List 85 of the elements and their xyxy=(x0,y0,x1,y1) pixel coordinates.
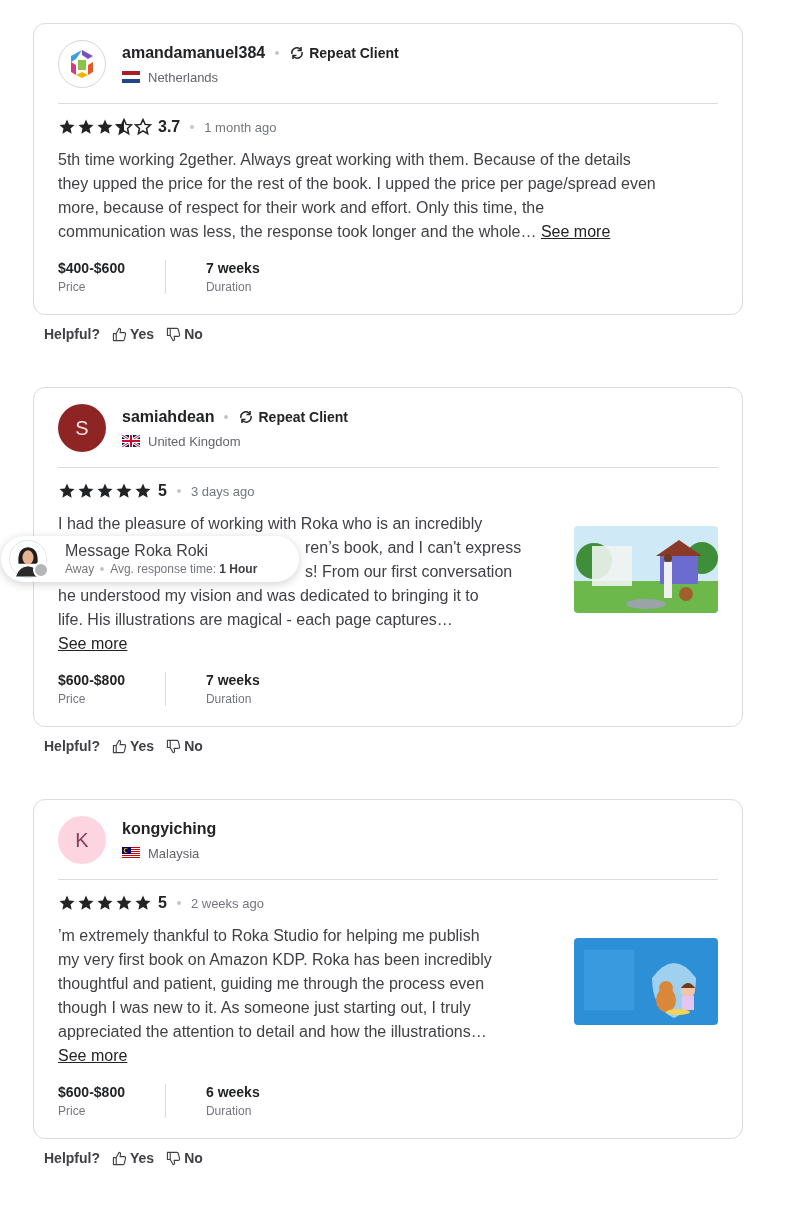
thumbs-down-icon xyxy=(166,738,182,754)
star-icon xyxy=(58,118,76,136)
country-label: Netherlands xyxy=(148,69,219,85)
thumbs-up-icon xyxy=(112,1150,127,1166)
yes-button[interactable]: Yes xyxy=(112,738,155,754)
review-text: appreciated the attention to detail and how the illustrations… xyxy=(58,1023,487,1040)
reviewer-name: samiahdean xyxy=(122,407,215,426)
helpful-label: Helpful? xyxy=(44,326,100,342)
star-icon xyxy=(96,894,114,912)
duration-label: Duration xyxy=(205,1104,253,1118)
review-text: ’m extremely thankful to Roka Studio for helping me publish xyxy=(58,927,480,944)
review-date: 3 days ago xyxy=(190,483,255,499)
star-icon xyxy=(134,894,152,912)
review-text: more, because of respect for their work and effort. Only this time, the xyxy=(58,199,545,216)
avatar: S xyxy=(58,404,106,452)
thumbs-up-icon xyxy=(112,738,127,754)
review-text: 5th time working 2gether. Always great working with them. Because of the details xyxy=(58,151,631,168)
price-label: Price xyxy=(58,1104,87,1118)
review-date: 2 weeks ago xyxy=(190,895,264,911)
repeat-icon xyxy=(289,44,306,61)
duration-value: 6 weeks xyxy=(205,1084,260,1100)
review-text: I had the pleasure of working with Roka who is an incredibly xyxy=(58,515,483,532)
no-button[interactable]: No xyxy=(166,326,203,342)
see-more-link[interactable]: See more xyxy=(58,635,128,652)
see-more-link[interactable]: See more xyxy=(540,223,611,240)
country-label: Malaysia xyxy=(148,845,200,861)
helpful-label: Helpful? xyxy=(44,1150,100,1166)
star-icon xyxy=(134,118,152,136)
star-icon xyxy=(77,118,95,136)
star-icon xyxy=(115,118,133,136)
star-icon xyxy=(58,482,76,500)
price-value: $600-$800 xyxy=(58,672,125,688)
review-text: thoughtful and patient, guiding me through the process even xyxy=(58,975,485,992)
thumbs-down-icon xyxy=(166,326,182,342)
repeat-client-label: Repeat Client xyxy=(309,44,399,61)
star-icon xyxy=(96,482,114,500)
review-text: though I was new to it. As someone just starting out, I truly xyxy=(58,999,471,1016)
reviewer-name: amandamanuel384 xyxy=(122,43,266,62)
no-button[interactable]: No xyxy=(166,738,203,754)
duration-label: Duration xyxy=(205,692,253,706)
review-text: he understood my vision and was dedicated to bringing it to xyxy=(58,587,479,604)
star-icon xyxy=(77,482,95,500)
thumbs-down-icon xyxy=(166,1150,182,1166)
price-value: $600-$800 xyxy=(58,1084,125,1100)
review-text: life. His illustrations are magical - each page captures… xyxy=(58,611,453,628)
review-text: they upped the price for the rest of the book. I upped the price per page/spread even xyxy=(58,175,656,192)
yes-button[interactable]: Yes xyxy=(112,1150,155,1166)
flag-icon xyxy=(122,847,140,859)
helpful-label: Helpful? xyxy=(44,738,100,754)
review-text: communication was less, the response took longer and the whole… xyxy=(58,223,537,240)
star-icon xyxy=(96,118,114,136)
rating-value: 5 xyxy=(158,482,167,500)
rating-value: 3.7 xyxy=(158,118,181,136)
popup-title: Message Roka Roki xyxy=(65,542,210,560)
status-label: Away xyxy=(65,562,95,576)
avatar: K xyxy=(58,816,106,864)
avatar xyxy=(58,40,106,88)
price-label: Price xyxy=(58,692,87,706)
message-popup[interactable]: Message Roka Roki Away Avg. response time: 1 Hour xyxy=(1,536,299,582)
price-value: $400-$600 xyxy=(58,260,125,276)
flag-icon xyxy=(122,435,140,447)
country-label: United Kingdom xyxy=(148,433,241,449)
review-text: s! From our first conversation xyxy=(305,563,513,580)
no-button[interactable]: No xyxy=(166,1150,203,1166)
yes-button[interactable]: Yes xyxy=(112,326,155,342)
star-icon xyxy=(115,894,133,912)
repeat-icon xyxy=(238,408,255,425)
response-time: Avg. response time: 1 Hour xyxy=(110,562,258,576)
review-text: my very first book on Amazon KDP. Roka has been incredibly xyxy=(58,951,492,968)
price-label: Price xyxy=(58,280,87,294)
star-icon xyxy=(77,894,95,912)
star-icon xyxy=(58,894,76,912)
see-more-link[interactable]: See more xyxy=(58,1047,128,1064)
duration-label: Duration xyxy=(205,280,253,294)
star-icon xyxy=(134,482,152,500)
review-text: ren’s book, and I can't express xyxy=(305,539,522,556)
review-date: 1 month ago xyxy=(204,119,277,135)
thumbs-up-icon xyxy=(112,326,127,342)
flag-icon xyxy=(122,71,140,83)
repeat-client-label: Repeat Client xyxy=(258,408,348,425)
star-icon xyxy=(115,482,133,500)
duration-value: 7 weeks xyxy=(205,672,260,688)
reviewer-name: kongyiching xyxy=(122,819,217,838)
duration-value: 7 weeks xyxy=(205,260,260,276)
rating-value: 5 xyxy=(158,894,167,912)
